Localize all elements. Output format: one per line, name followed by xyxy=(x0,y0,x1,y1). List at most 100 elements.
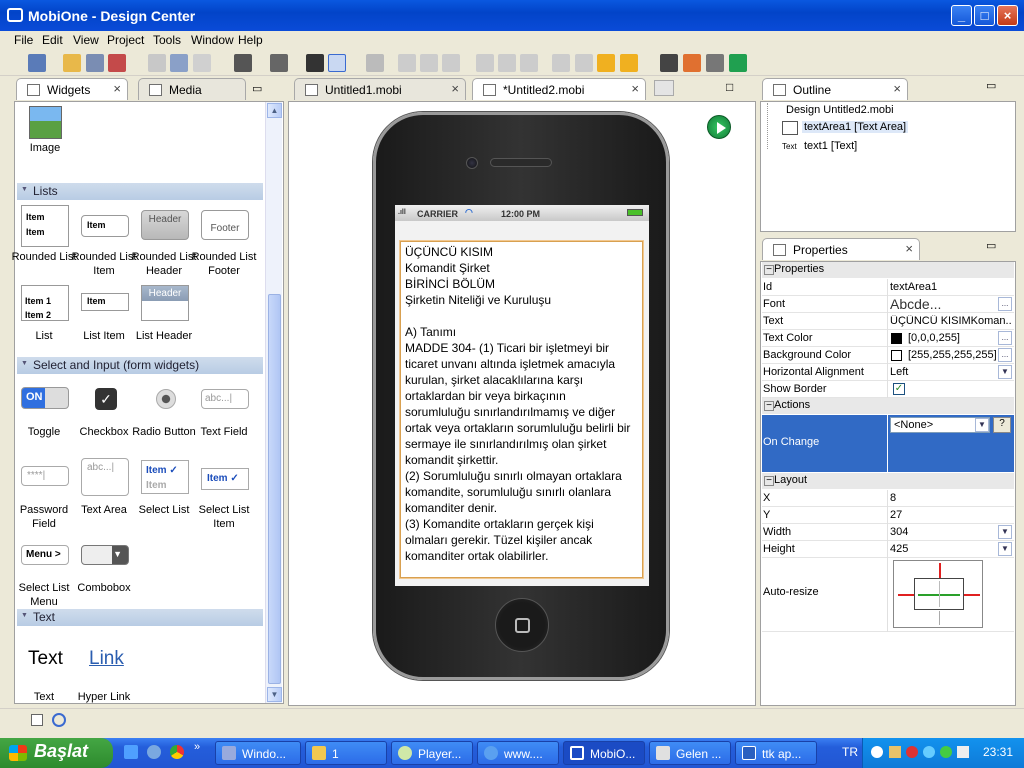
menu-file[interactable]: File xyxy=(14,33,33,47)
move-up-icon[interactable] xyxy=(575,54,593,72)
link-icon[interactable] xyxy=(328,54,346,72)
text-area-widget[interactable]: ÜÇÜNCÜ KISIM Komandit Şirket BİRİNCİ BÖLÜM… xyxy=(400,241,643,578)
browse-icon[interactable]: ... xyxy=(998,331,1012,345)
scroll-down-icon[interactable]: ▼ xyxy=(267,687,282,702)
menu-project[interactable]: Project xyxy=(107,33,144,47)
list-icon[interactable]: Item 1 Item 2 xyxy=(21,285,69,321)
close-icon[interactable]: × xyxy=(451,81,459,96)
new-tab-icon[interactable] xyxy=(654,80,674,96)
taskbar-item[interactable]: Gelen ... xyxy=(649,741,731,765)
minimize-view-icon[interactable]: ▭ xyxy=(986,79,996,92)
taskbar-item[interactable]: MobiO... xyxy=(563,741,645,765)
move-down-icon[interactable] xyxy=(597,54,615,72)
save-icon[interactable] xyxy=(86,54,104,72)
anchor-top-icon[interactable] xyxy=(939,563,941,578)
list-header-icon[interactable]: Header xyxy=(141,285,189,321)
autoresize-diagram[interactable] xyxy=(893,560,983,628)
minimize-view-icon[interactable]: ▭ xyxy=(252,82,262,95)
prop-value[interactable]: Abcde... xyxy=(890,296,1012,312)
grid-icon[interactable] xyxy=(366,54,384,72)
chevron-down-icon[interactable]: ▼ xyxy=(998,542,1012,556)
menu-edit[interactable]: Edit xyxy=(42,33,63,47)
network-icon[interactable] xyxy=(889,746,901,758)
taskbar-item[interactable]: ttk ap... xyxy=(735,741,817,765)
build-icon[interactable] xyxy=(706,54,724,72)
open-folder-icon[interactable] xyxy=(63,54,81,72)
section-text[interactable]: Text xyxy=(17,609,263,626)
cut-icon[interactable] xyxy=(170,54,188,72)
group-layout[interactable]: Layout xyxy=(762,473,1014,489)
hyperlink-widget-icon[interactable]: Link xyxy=(89,648,124,670)
prop-on-change[interactable]: On Change <None> ▼ ? xyxy=(762,415,1014,472)
align-left-icon[interactable] xyxy=(398,54,416,72)
scroll-thumb[interactable] xyxy=(268,294,281,684)
prop-value[interactable]: 8 xyxy=(890,492,1012,504)
taskbar-item[interactable]: Windo... xyxy=(215,741,301,765)
select-list-item-icon[interactable]: Item ✓ xyxy=(201,468,249,490)
prop-value[interactable]: 27 xyxy=(890,509,1012,521)
chevron-down-icon[interactable]: ▼ xyxy=(998,525,1012,539)
close-icon[interactable]: × xyxy=(905,241,913,256)
security-icon[interactable] xyxy=(906,746,918,758)
align-middle-icon[interactable] xyxy=(498,54,516,72)
align-icon[interactable] xyxy=(306,54,324,72)
image-widget-icon[interactable] xyxy=(29,106,62,139)
close-icon[interactable]: × xyxy=(893,81,901,96)
new-icon[interactable] xyxy=(28,54,46,72)
align-center-icon[interactable] xyxy=(420,54,438,72)
volume-icon[interactable] xyxy=(957,746,969,758)
rounded-list-header-icon[interactable]: Header xyxy=(141,210,189,240)
maximize-view-icon[interactable]: □ xyxy=(726,80,733,94)
export-icon[interactable] xyxy=(108,54,126,72)
prop-value[interactable]: ÜÇÜNCÜ KISIMKoman... xyxy=(890,315,1012,327)
tray-arrow-icon[interactable] xyxy=(871,746,883,758)
outline-item-textarea[interactable]: textArea1 [Text Area] xyxy=(802,121,909,133)
chevron-down-icon[interactable]: ▼ xyxy=(975,418,989,432)
anchor-left-icon[interactable] xyxy=(898,594,914,596)
select-list-menu-icon[interactable]: Menu > xyxy=(21,545,69,565)
menu-window[interactable]: Window xyxy=(191,33,234,47)
restore-icon[interactable] xyxy=(31,714,43,726)
checkbox-icon[interactable]: ✓ xyxy=(95,388,117,410)
align-top-icon[interactable] xyxy=(476,54,494,72)
scroll-up-icon[interactable]: ▲ xyxy=(267,103,282,118)
anchor-right-icon[interactable] xyxy=(964,594,980,596)
prop-value[interactable]: 304 xyxy=(890,526,1012,538)
taskbar-item[interactable]: www.... xyxy=(477,741,559,765)
tab-media[interactable]: Media xyxy=(138,78,246,100)
prop-value[interactable]: 425 xyxy=(890,543,1012,555)
move-bottom-icon[interactable] xyxy=(620,54,638,72)
prop-value[interactable]: textArea1 xyxy=(890,281,1012,293)
browser-icon[interactable] xyxy=(170,745,184,759)
toggle-icon[interactable]: ON xyxy=(21,387,69,409)
more-icon[interactable]: » xyxy=(194,741,200,753)
outline-root[interactable]: Design Untitled2.mobi xyxy=(786,104,894,116)
text-area-icon[interactable]: abc...| xyxy=(81,458,129,496)
combobox-icon[interactable]: ▼ xyxy=(81,545,129,565)
refresh-icon[interactable] xyxy=(52,713,66,727)
rounded-list-icon[interactable]: Item Item xyxy=(21,205,69,247)
group-actions[interactable]: Actions xyxy=(762,398,1014,414)
rounded-list-footer-icon[interactable]: Footer xyxy=(201,210,249,240)
password-field-icon[interactable]: ****| xyxy=(21,466,69,486)
close-icon[interactable]: × xyxy=(631,81,639,96)
outline-item-text[interactable]: text1 [Text] xyxy=(804,140,857,152)
text-area-content[interactable]: ÜÇÜNCÜ KISIM Komandit Şirket BİRİNCİ BÖLÜM… xyxy=(405,244,642,564)
start-button[interactable]: Başlat xyxy=(0,738,113,768)
paste-icon[interactable] xyxy=(193,54,211,72)
prop-value[interactable]: [255,255,255,255] xyxy=(908,349,998,361)
browse-icon[interactable]: ... xyxy=(998,348,1012,362)
tab-untitled1[interactable]: Untitled1.mobi × xyxy=(294,78,466,100)
tab-untitled2[interactable]: *Untitled2.mobi × xyxy=(472,78,646,100)
quicklaunch-icon[interactable] xyxy=(147,745,161,759)
show-desktop-icon[interactable] xyxy=(124,745,138,759)
shield-icon[interactable] xyxy=(940,746,952,758)
group-properties[interactable]: Properties xyxy=(762,262,1014,278)
minimize-button[interactable]: _ xyxy=(951,5,972,26)
browse-icon[interactable]: ... xyxy=(998,297,1012,311)
align-right-icon[interactable] xyxy=(442,54,460,72)
wifi-icon[interactable] xyxy=(729,54,747,72)
section-select-input[interactable]: Select and Input (form widgets) xyxy=(17,357,263,374)
close-icon[interactable]: × xyxy=(113,81,121,96)
widgets-scrollbar[interactable]: ▲ ▼ xyxy=(265,102,282,703)
